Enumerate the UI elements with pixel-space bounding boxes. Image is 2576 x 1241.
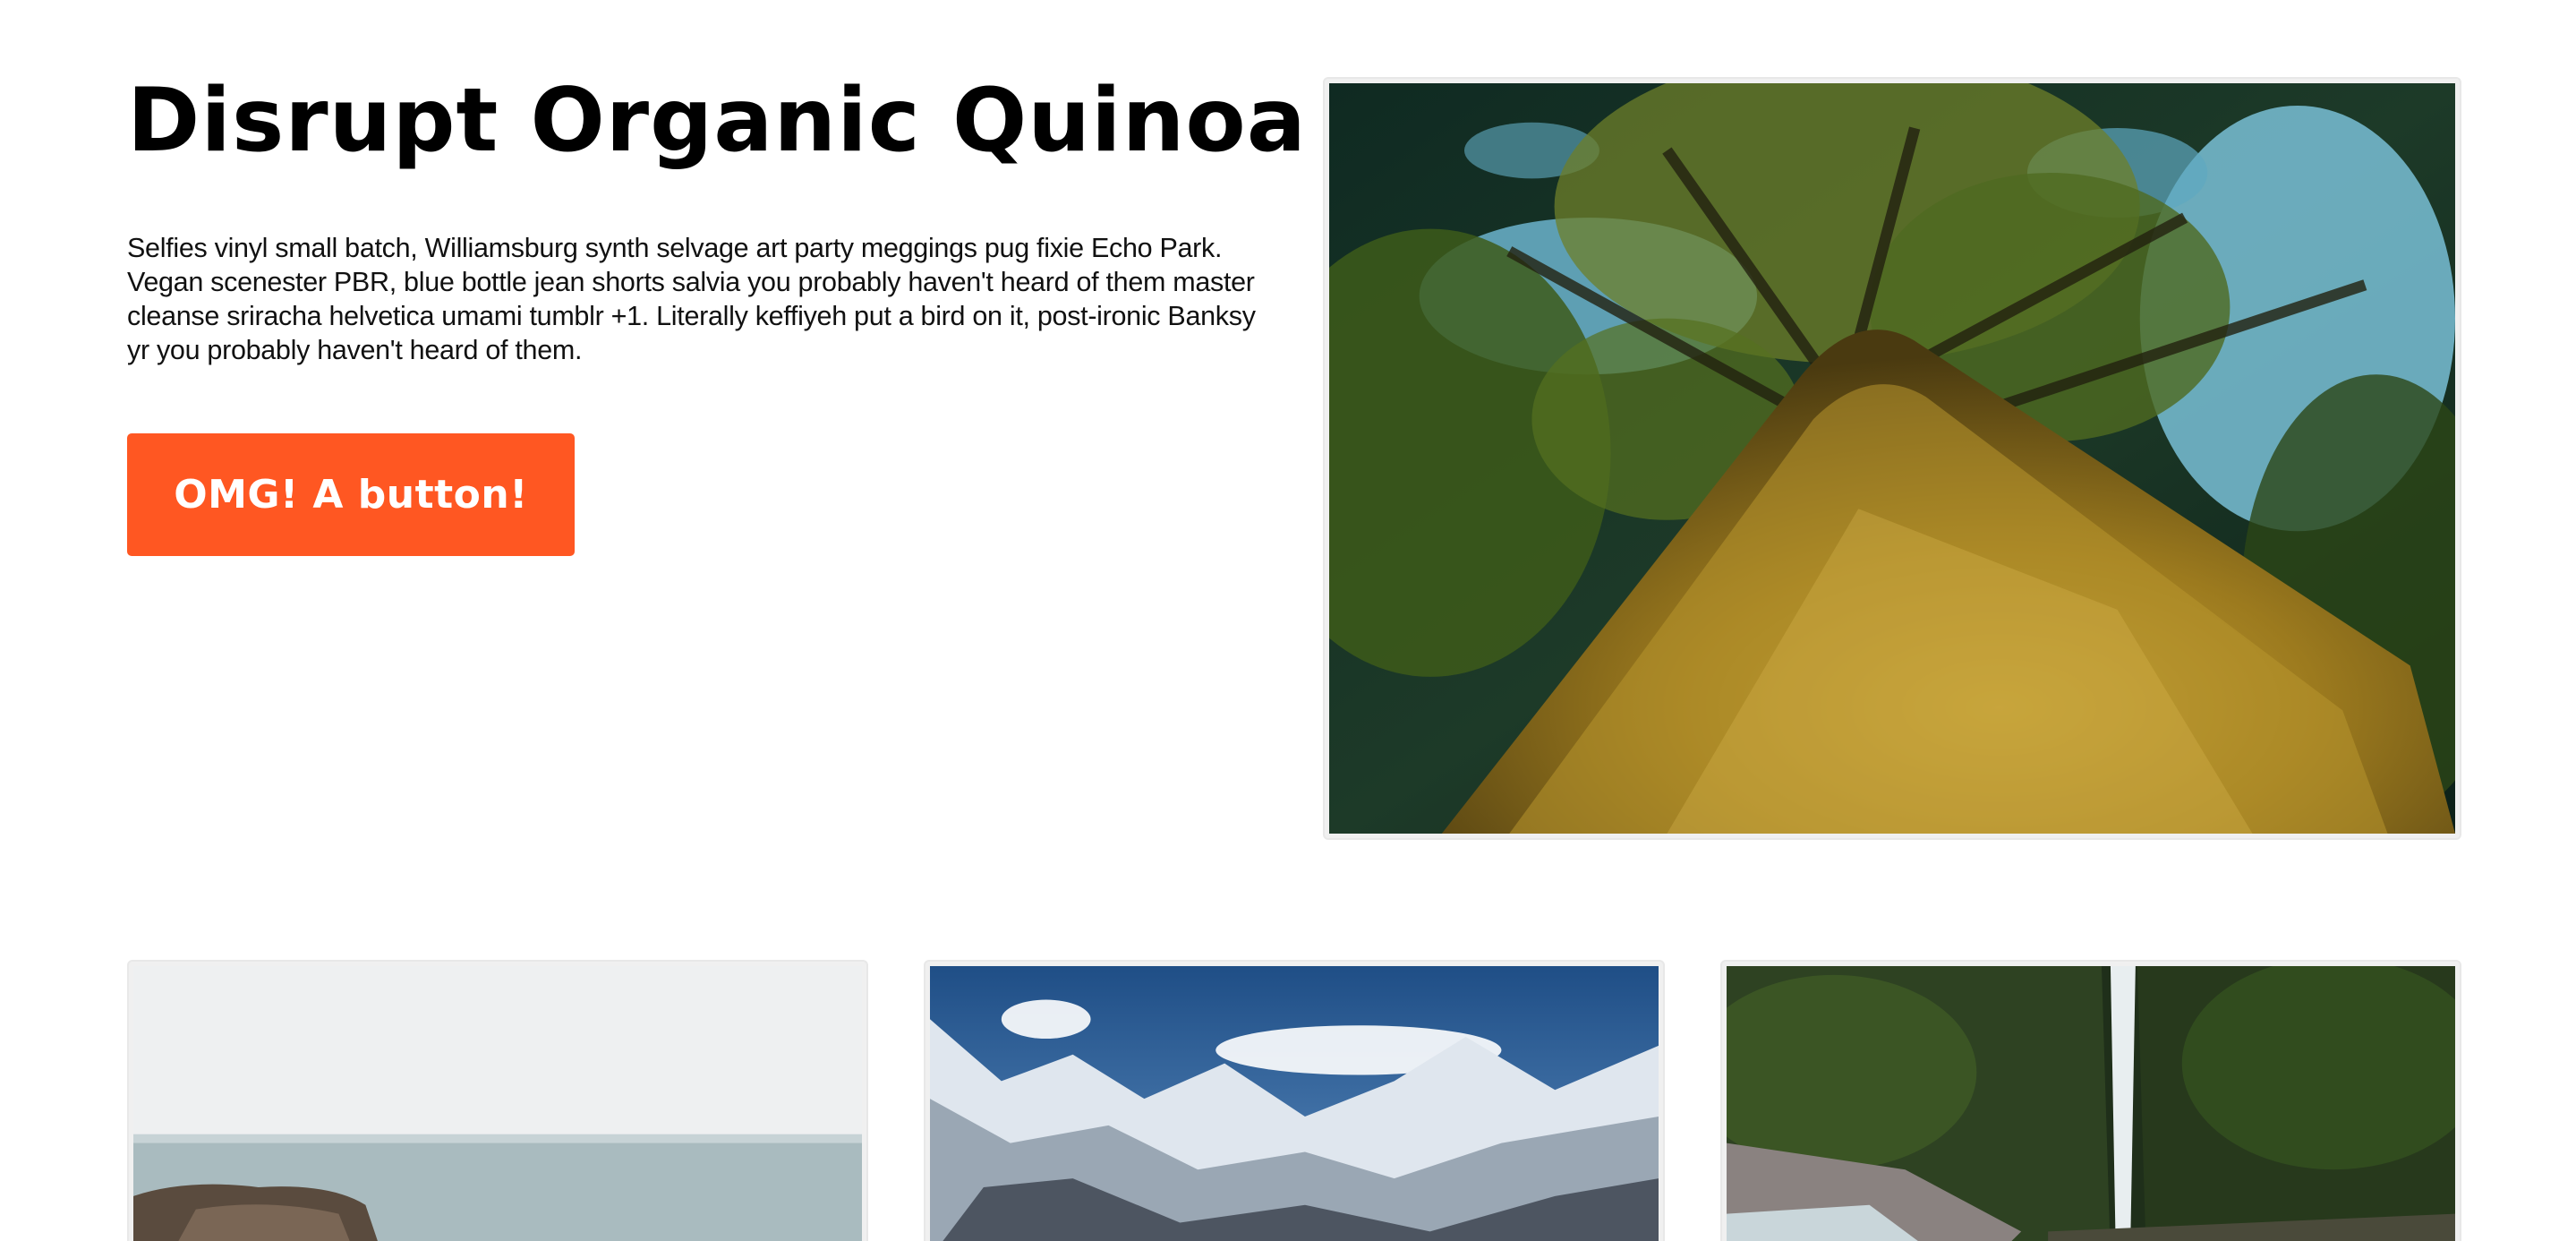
mountains-image — [930, 966, 1659, 1241]
mossy-tree-image — [1329, 83, 2455, 834]
gallery-card-mountains — [924, 960, 1665, 1241]
forest-waterfall-photo — [1727, 966, 2455, 1241]
hero-text-column: Disrupt Organic Quinoa Selfies vinyl sma… — [127, 54, 1307, 367]
omg-button[interactable]: OMG! A button! — [127, 433, 575, 556]
landing-page: Disrupt Organic Quinoa Selfies vinyl sma… — [0, 0, 2576, 1241]
mossy-tree-photo — [1329, 83, 2455, 834]
snowy-mountains-photo — [930, 966, 1659, 1241]
coast-image — [133, 966, 862, 1241]
waterfall-image — [1727, 966, 2455, 1241]
gallery-card-waterfall — [1720, 960, 2461, 1241]
hero-image-frame — [1323, 77, 2461, 840]
page-title: Disrupt Organic Quinoa — [127, 70, 1307, 172]
hero-description: Selfies vinyl small batch, Williamsburg … — [127, 233, 1256, 365]
rocky-coast-photo — [133, 966, 862, 1241]
gallery-card-coast — [127, 960, 868, 1241]
